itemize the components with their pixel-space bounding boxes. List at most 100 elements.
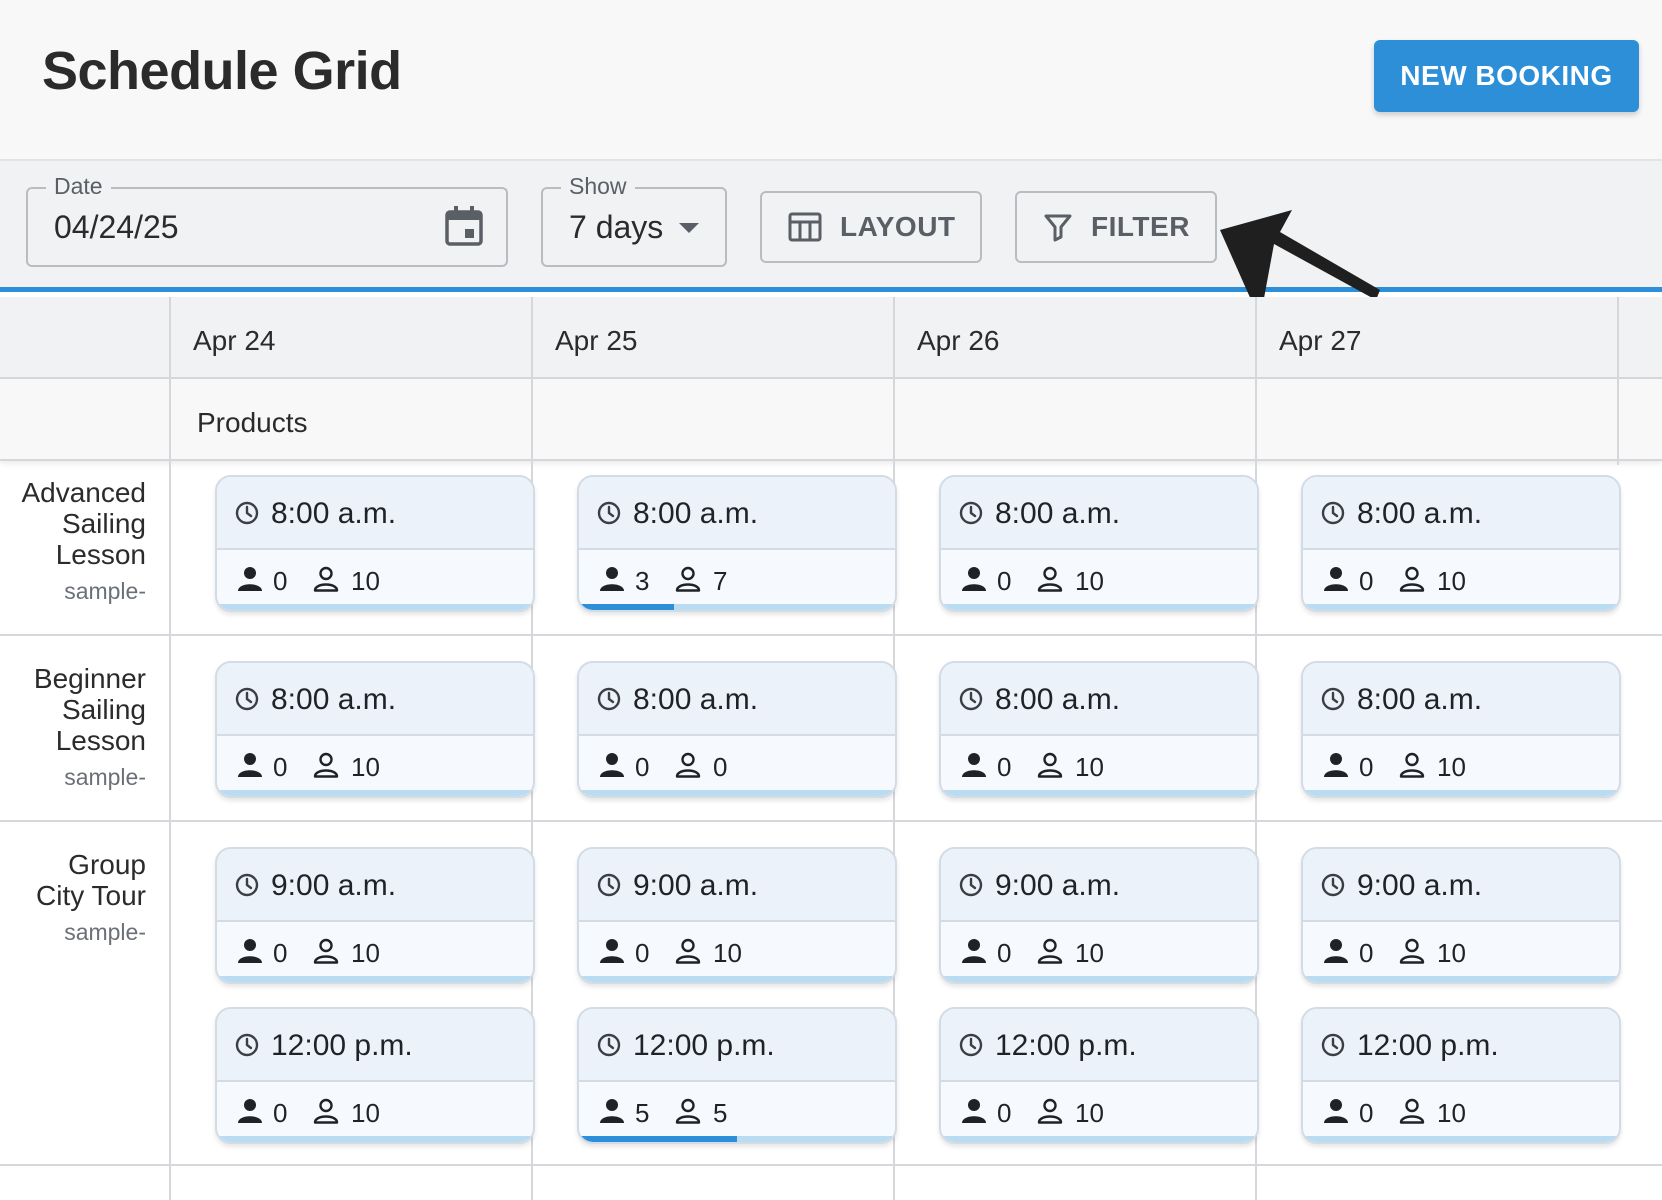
available-count: 10 (1075, 1098, 1104, 1128)
timeslot-header: 8:00 a.m. (1303, 477, 1619, 550)
booked-count: 0 (1359, 1098, 1374, 1128)
clock-icon (959, 1033, 983, 1062)
product-name-line[interactable]: Lesson (56, 539, 146, 571)
timeslot-time: 9:00 a.m. (633, 869, 759, 902)
person-filled-icon (961, 752, 987, 783)
capacity-bar (1303, 604, 1619, 610)
timeslot-header: 9:00 a.m. (941, 849, 1257, 922)
capacity-bar-fill (579, 1136, 737, 1142)
product-name-line[interactable]: Lesson (56, 725, 146, 757)
filter-button[interactable]: FILTER (1015, 191, 1217, 263)
available-count: 10 (351, 752, 380, 782)
person-outline-icon (1037, 752, 1063, 783)
person-outline-icon (1399, 1098, 1425, 1129)
available-count: 10 (1437, 752, 1466, 782)
timeslot-header: 12:00 p.m. (941, 1009, 1257, 1082)
capacity-bar (941, 790, 1257, 796)
timeslot-header: 12:00 p.m. (579, 1009, 895, 1082)
available-count: 10 (1437, 1098, 1466, 1128)
person-outline-icon (313, 938, 339, 969)
row-divider (0, 634, 1662, 636)
available-count: 0 (713, 752, 728, 782)
filter-icon (1044, 214, 1072, 242)
show-select[interactable]: Show 7 days (541, 173, 727, 267)
available-count: 10 (1075, 752, 1104, 782)
calendar-icon[interactable] (444, 205, 484, 247)
available-count: 10 (1075, 938, 1104, 968)
timeslot-card[interactable]: 8:00 a.m. 0 10 (215, 661, 535, 798)
capacity-bar (217, 604, 533, 610)
schedule-grid: Products Apr 24 Apr 25 Apr 26 Apr 27 Advance… (0, 297, 1662, 1200)
new-booking-button[interactable]: NEW BOOKING (1374, 40, 1639, 112)
clock-icon (1321, 501, 1345, 530)
timeslot-card[interactable]: 8:00 a.m. 0 0 (577, 661, 897, 798)
product-name-line[interactable]: Advanced (21, 477, 146, 509)
timeslot-capacity: 0 10 (941, 922, 1257, 982)
caret-down-icon[interactable] (679, 223, 699, 233)
product-name-line[interactable]: Beginner (34, 663, 146, 695)
person-outline-icon (313, 752, 339, 783)
date-value[interactable]: 04/24/25 (54, 209, 179, 246)
product-name-line[interactable]: Sailing (62, 694, 146, 726)
person-filled-icon (237, 752, 263, 783)
timeslot-capacity: 0 10 (579, 922, 895, 982)
capacity-bar (1303, 790, 1619, 796)
available-count: 10 (351, 1098, 380, 1128)
booked-count: 0 (273, 938, 288, 968)
layout-button[interactable]: LAYOUT (760, 191, 982, 263)
timeslot-card[interactable]: 8:00 a.m. 0 10 (939, 475, 1259, 612)
available-count: 10 (713, 938, 742, 968)
timeslot-card[interactable]: 8:00 a.m. 0 10 (1301, 661, 1621, 798)
timeslot-card[interactable]: 9:00 a.m. 0 10 (939, 847, 1259, 984)
clock-icon (959, 873, 983, 902)
capacity-bar (579, 1136, 895, 1142)
timeslot-header: 9:00 a.m. (217, 849, 533, 922)
show-value[interactable]: 7 days (569, 209, 663, 246)
timeslot-card[interactable]: 12:00 p.m. 0 10 (1301, 1007, 1621, 1144)
person-outline-icon (1037, 938, 1063, 969)
product-name-line[interactable]: Sailing (62, 508, 146, 540)
capacity-bar-fill (579, 604, 674, 610)
timeslot-capacity: 55 (579, 1082, 895, 1142)
person-filled-icon (961, 566, 987, 597)
person-filled-icon (237, 566, 263, 597)
product-name-line[interactable]: City Tour (36, 880, 146, 912)
timeslot-card[interactable]: 9:00 a.m. 0 10 (215, 847, 535, 984)
product-sub-label: sample- (64, 578, 146, 604)
toolbar: Date 04/24/25 Show 7 days LAYOUT FILTER (0, 161, 1662, 292)
date-field[interactable]: Date 04/24/25 (26, 173, 508, 267)
timeslot-card[interactable]: 8:00 a.m. 0 10 (939, 661, 1259, 798)
timeslot-card[interactable]: 9:00 a.m. 0 10 (577, 847, 897, 984)
timeslot-card[interactable]: 12:00 p.m. 5 5 (577, 1007, 897, 1144)
person-outline-icon (313, 1098, 339, 1129)
timeslot-card[interactable]: 8:00 a.m. 0 10 (1301, 475, 1621, 612)
available-count: 10 (1437, 938, 1466, 968)
timeslot-card[interactable]: 12:00 p.m. 0 10 (939, 1007, 1259, 1144)
person-filled-icon (599, 1098, 625, 1129)
timeslot-capacity: 0 10 (941, 736, 1257, 796)
person-filled-icon (599, 938, 625, 969)
product-name-line[interactable]: Group (68, 849, 146, 881)
clock-icon (1321, 873, 1345, 902)
timeslot-card[interactable]: 8:00 a.m. 0 10 (215, 475, 535, 612)
timeslot-header: 9:00 a.m. (579, 849, 895, 922)
capacity-bar (941, 604, 1257, 610)
timeslot-card[interactable]: 12:00 p.m. 0 10 (215, 1007, 535, 1144)
capacity-bar (217, 790, 533, 796)
person-filled-icon (599, 566, 625, 597)
available-count: 10 (351, 566, 380, 596)
day-header: Apr 24 (193, 325, 276, 356)
clock-icon (235, 873, 259, 902)
timeslot-time: 8:00 a.m. (633, 683, 759, 716)
person-outline-icon (313, 566, 339, 597)
timeslot-time: 8:00 a.m. (633, 497, 759, 530)
person-outline-icon (675, 938, 701, 969)
person-filled-icon (961, 1098, 987, 1129)
timeslot-time: 8:00 a.m. (271, 497, 397, 530)
timeslot-card[interactable]: 9:00 a.m. 0 10 (1301, 847, 1621, 984)
person-filled-icon (1323, 938, 1349, 969)
person-filled-icon (599, 752, 625, 783)
available-count: 5 (713, 1098, 728, 1128)
timeslot-header: 8:00 a.m. (217, 477, 533, 550)
timeslot-card[interactable]: 8:00 a.m. 3 7 (577, 475, 897, 612)
